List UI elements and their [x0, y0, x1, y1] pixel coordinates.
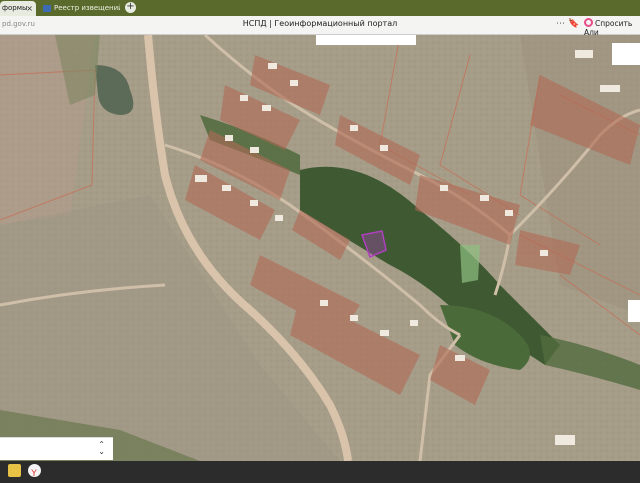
page-title: НСПД | Геоинформационный портал [242, 19, 398, 28]
os-taskbar: Y [0, 461, 640, 480]
map-imagery [0, 35, 640, 461]
file-explorer-icon[interactable] [8, 464, 21, 477]
more-icon[interactable]: ⋯ [556, 19, 565, 29]
map-layer-select[interactable]: ⌃ ⌄ [0, 437, 113, 460]
alice-icon [584, 18, 593, 27]
yandex-browser-icon[interactable]: Y [28, 464, 41, 479]
close-tab-icon[interactable]: × [26, 1, 33, 16]
new-tab-button[interactable]: + [125, 2, 136, 13]
tab-strip: формы × Реестр извещений + [0, 0, 640, 16]
svg-text:Y: Y [30, 469, 37, 479]
registry-favicon-icon [43, 5, 51, 12]
map-right-control[interactable] [628, 300, 640, 322]
chevron-updown-icon: ⌃ ⌄ [98, 440, 105, 456]
tab-active-label: формы [2, 4, 28, 12]
address-bar: pd.gov.ru НСПД | Геоинформационный порта… [0, 16, 640, 37]
tab-registry-label: Реестр извещений [54, 4, 120, 12]
satellite-map[interactable]: ⌃ ⌄ [0, 35, 640, 461]
tab-active[interactable]: формы × [0, 1, 36, 16]
map-right-panel[interactable] [612, 43, 640, 65]
bookmark-icon[interactable]: 🔖 [568, 19, 579, 29]
map-top-panel[interactable] [316, 35, 416, 45]
tab-registry[interactable]: Реестр извещений [40, 1, 120, 16]
